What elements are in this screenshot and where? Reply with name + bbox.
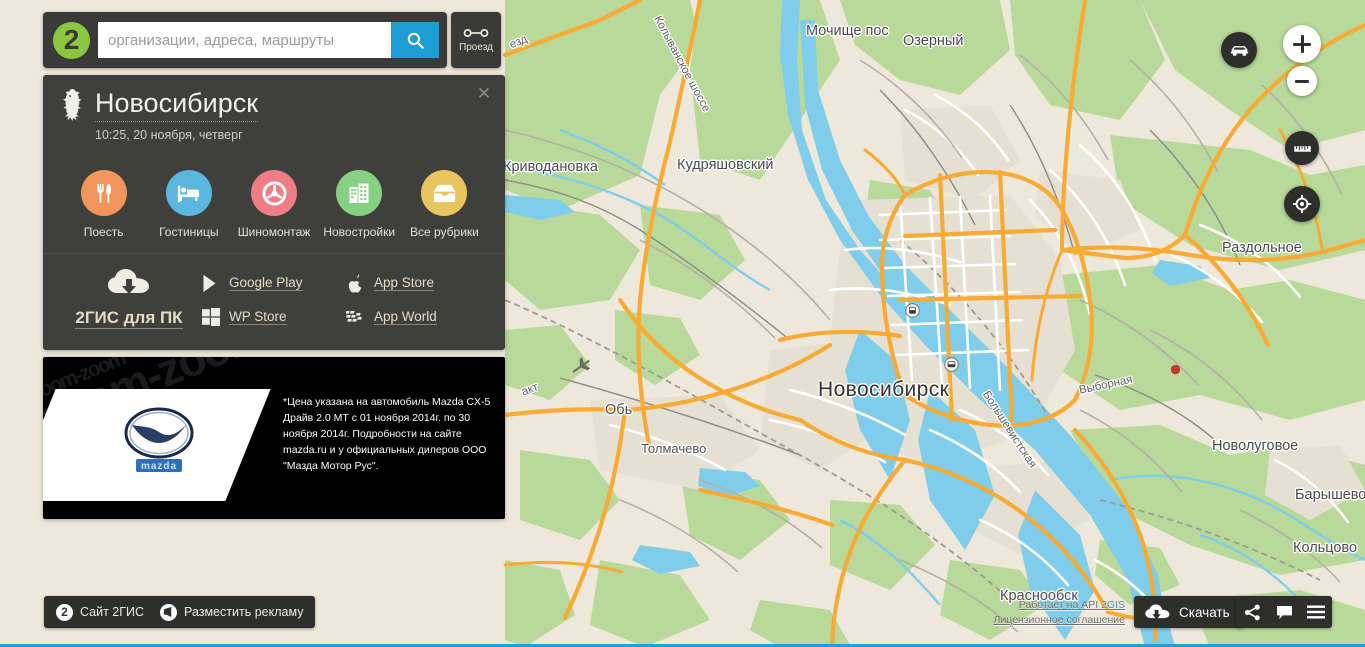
- geolocate-button[interactable]: [1284, 186, 1320, 222]
- search-bar: 2: [43, 12, 447, 68]
- zoom-controls: [1283, 25, 1321, 96]
- footer-links: 2 Сайт 2ГИС Разместить рекламу: [44, 596, 316, 628]
- api-credit-line-1[interactable]: Работает на API 2GIS: [993, 598, 1125, 613]
- tire-wheel-icon: [251, 170, 297, 216]
- rubric-3[interactable]: Шиномонтаж: [231, 170, 316, 239]
- rubric-label: Новостройки: [323, 225, 396, 239]
- crosshair-icon: [1292, 194, 1312, 214]
- rubric-label: Гостиницы: [159, 225, 219, 239]
- city-info-panel: ✕ Новосибирск 10:25, 20 ноября, четверг …: [43, 75, 505, 350]
- city-datetime: 10:25, 20 ноября, четверг: [95, 128, 243, 142]
- store-link-label: App Store: [374, 275, 435, 291]
- search-button[interactable]: [391, 22, 439, 58]
- feedback-button[interactable]: [1268, 596, 1300, 628]
- route-button-label: Проезд: [459, 42, 493, 53]
- download-button[interactable]: Скачать: [1134, 596, 1244, 628]
- box-tray-icon: [421, 170, 468, 216]
- map-application: Колыванское шоссе Мочище пос Озерный езд Кри…: [0, 0, 1365, 647]
- ruler-button[interactable]: [1285, 131, 1319, 165]
- site-2gis-link[interactable]: 2 Сайт 2ГИС: [56, 603, 145, 621]
- rubric-4[interactable]: Новостройки: [317, 170, 402, 239]
- tool-buttons: [1236, 596, 1332, 628]
- ad-disclaimer: *Цена указана на автомобиль Mazda CX-5 Д…: [283, 396, 491, 472]
- rubric-list: Поесть Гостиницы Шиномонтаж Новостройки Все …: [43, 154, 505, 253]
- zoom-out-button[interactable]: [1287, 66, 1317, 96]
- store-link-label: Google Play: [229, 275, 303, 291]
- route-button[interactable]: Проезд: [451, 12, 501, 68]
- 2gis-circle-icon: 2: [56, 603, 73, 621]
- app-store-section: 2ГИС для ПК Google Play App Store WP Store…: [43, 253, 505, 350]
- magnifier-icon: [407, 32, 424, 49]
- close-icon[interactable]: ✕: [475, 85, 493, 103]
- place-ad-label: Разместить рекламу: [184, 605, 304, 619]
- place-ad-link[interactable]: Разместить рекламу: [160, 603, 304, 621]
- apple-icon: [346, 273, 366, 293]
- share-button[interactable]: [1236, 596, 1268, 628]
- store-link-2[interactable]: App Store: [346, 273, 491, 293]
- menu-button[interactable]: [1300, 596, 1332, 628]
- site-2gis-label: Сайт 2ГИС: [80, 605, 145, 619]
- bed-icon: [165, 170, 212, 216]
- novosibirsk-sable-crest-icon: [63, 89, 82, 121]
- fork-knife-icon: [80, 170, 127, 216]
- comment-icon: [1276, 605, 1292, 619]
- left-panel-column: 2 Проезд ✕: [43, 12, 505, 519]
- mazda-logo-icon: mazda: [124, 407, 194, 472]
- traffic-car-icon: [1230, 46, 1248, 56]
- hamburger-menu-icon: [1307, 605, 1325, 619]
- traffic-toggle-button[interactable]: [1221, 32, 1257, 68]
- advertisement-banner[interactable]: zoom-zoom zoom-zoom mazda *Цена указана …: [43, 357, 505, 519]
- cloud-download-icon: [108, 269, 149, 294]
- store-link-label: WP Store: [229, 309, 287, 325]
- store-links: Google Play App Store WP Store App World: [201, 266, 491, 334]
- rubric-5[interactable]: Все рубрики: [402, 170, 487, 239]
- rubric-label: Поесть: [83, 225, 124, 239]
- windows-icon: [201, 307, 221, 327]
- megaphone-circle-icon: [160, 603, 178, 621]
- store-link-4[interactable]: App World: [346, 307, 491, 327]
- rubric-1[interactable]: Поесть: [61, 170, 146, 239]
- blackberry-icon: [346, 307, 366, 327]
- 2gis-logo-icon[interactable]: 2: [53, 21, 90, 59]
- store-link-label: App World: [374, 309, 437, 325]
- download-button-label: Скачать: [1179, 604, 1230, 620]
- city-name[interactable]: Новосибирск: [95, 88, 259, 122]
- store-link-3[interactable]: WP Store: [201, 307, 346, 327]
- route-dumbbell-icon: [463, 29, 489, 37]
- search-input[interactable]: [98, 22, 391, 58]
- rubric-label: Шиномонтаж: [237, 225, 311, 239]
- logo-digit: 2: [63, 24, 80, 55]
- rubric-2[interactable]: Гостиницы: [146, 170, 231, 239]
- store-link-1[interactable]: Google Play: [201, 273, 346, 293]
- api-credit: Работает на API 2GIS Лицензионное соглаш…: [993, 598, 1125, 628]
- share-icon: [1244, 604, 1260, 620]
- building-icon: [336, 170, 383, 216]
- license-agreement-link[interactable]: Лицензионное соглашение: [993, 613, 1125, 628]
- zoom-in-button[interactable]: [1283, 25, 1321, 63]
- rubric-label: Все рубрики: [409, 225, 479, 239]
- cloud-download-icon: [1145, 604, 1170, 620]
- svg-text:mazda: mazda: [141, 461, 177, 472]
- city-info-header: ✕ Новосибирск 10:25, 20 ноября, четверг: [43, 75, 505, 154]
- pc-download-link[interactable]: 2ГИС для ПК: [57, 266, 201, 329]
- ruler-icon: [1293, 145, 1311, 152]
- google-play-icon: [201, 273, 221, 293]
- pc-download-label: 2ГИС для ПК: [75, 308, 183, 329]
